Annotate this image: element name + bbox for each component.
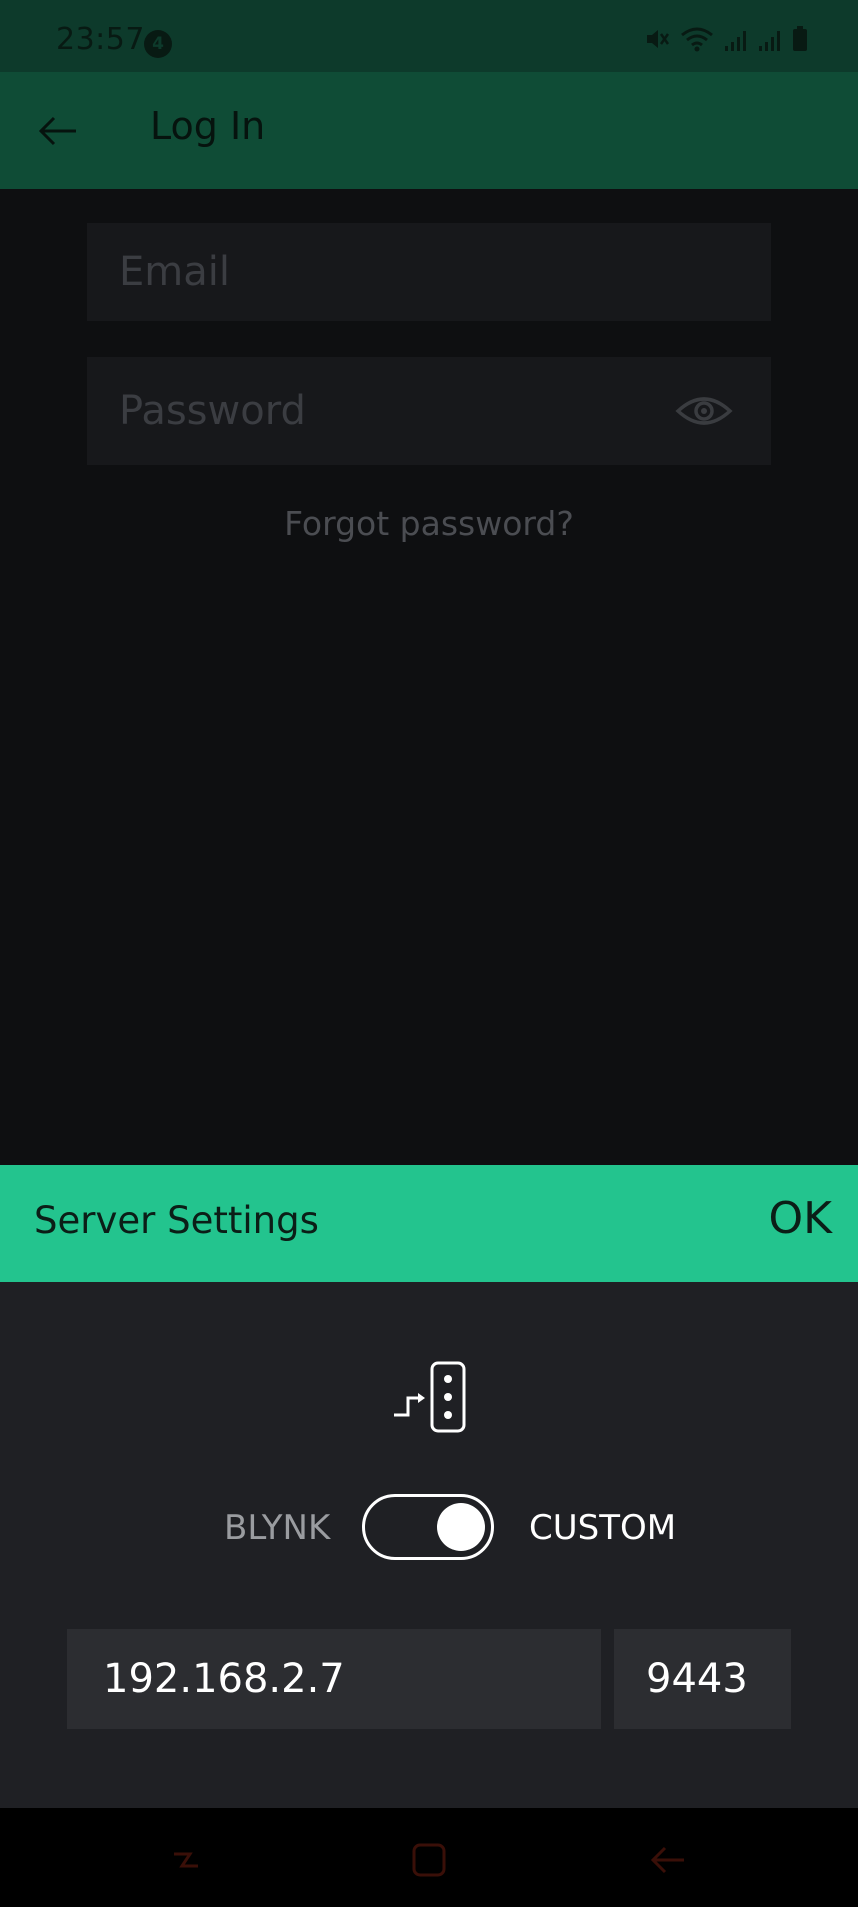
battery-icon <box>793 26 807 51</box>
notification-count-badge: 4 <box>144 30 172 58</box>
signal-icon <box>725 31 746 51</box>
status-time: 23:57 <box>56 22 145 57</box>
mute-icon <box>647 30 670 48</box>
wifi-icon <box>681 27 713 52</box>
server-host-field[interactable]: 192.168.2.7 <box>67 1629 601 1729</box>
eye-icon[interactable] <box>675 391 733 431</box>
back-icon[interactable] <box>648 1840 688 1880</box>
ok-button[interactable]: OK <box>769 1193 833 1244</box>
page-title: Log In <box>150 104 266 148</box>
server-settings-title: Server Settings <box>34 1199 319 1242</box>
home-icon[interactable] <box>409 1840 449 1880</box>
server-settings-panel: BLYNK CUSTOM 192.168.2.7 9443 <box>0 1282 858 1808</box>
forgot-password-link[interactable]: Forgot password? <box>0 504 858 543</box>
signal-icon <box>759 31 780 51</box>
toggle-label-custom: CUSTOM <box>529 1508 677 1548</box>
app-bar: Log In <box>0 72 858 189</box>
password-field[interactable] <box>87 357 687 465</box>
server-settings-header: Server Settings OK <box>0 1165 858 1282</box>
system-nav-bar <box>0 1808 858 1907</box>
toggle-label-blynk: BLYNK <box>224 1508 331 1548</box>
status-icons <box>644 26 808 52</box>
email-field[interactable] <box>87 223 771 321</box>
server-icon <box>394 1361 466 1433</box>
password-field-container <box>87 357 771 465</box>
toggle-knob <box>437 1503 485 1551</box>
server-type-toggle-row: BLYNK CUSTOM <box>0 1494 858 1564</box>
login-form: Forgot password? <box>0 189 858 1165</box>
server-port-field[interactable]: 9443 <box>614 1629 791 1729</box>
status-bar: 23:57 4 <box>0 0 858 72</box>
server-type-toggle[interactable] <box>362 1494 494 1560</box>
recent-apps-icon[interactable] <box>166 1840 206 1880</box>
arrow-left-icon[interactable] <box>38 114 78 148</box>
